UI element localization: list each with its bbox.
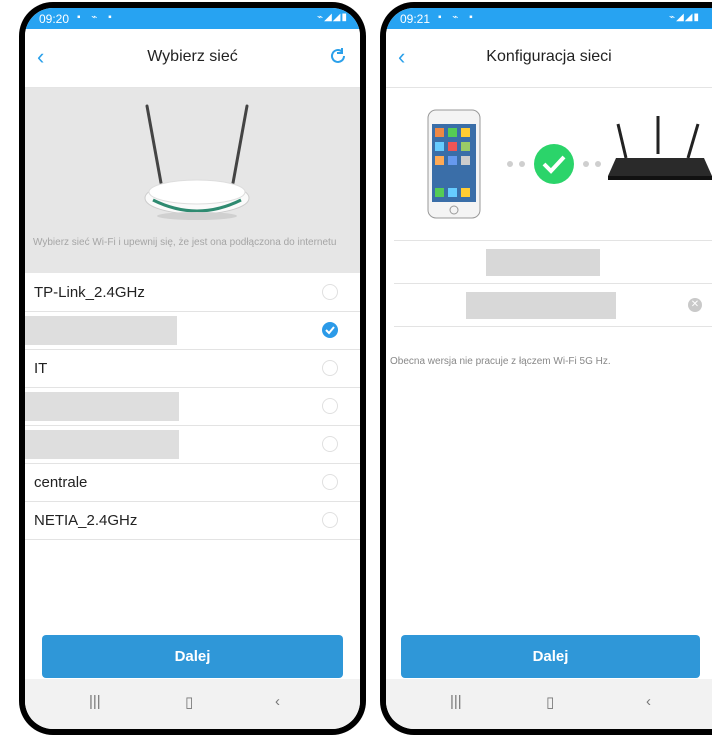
status-time: 09:21 [400,12,431,26]
screen-wybierz-siec: 09:20 ▪ ⌁ ▪ ⌁◢◢▮ ‹ Wybierz sieć Wybierz … [25,8,360,729]
radio-unchecked-icon[interactable] [322,284,338,300]
router-illustration: Wybierz sieć Wi-Fi i upewnij się, że jes… [25,88,360,273]
network-row[interactable]: IT [25,350,360,388]
redacted-network-name [25,392,179,421]
network-row[interactable] [25,388,360,426]
page-title: Konfiguracja sieci [486,48,612,65]
redacted-value [486,249,600,276]
home-icon[interactable]: ▯ [546,693,554,711]
signal-battery-icon: ⌁◢◢▮ [317,12,348,23]
hint-text: Wybierz sieć Wi-Fi i upewnij się, że jes… [33,237,337,248]
clear-icon[interactable]: ✕ [688,298,702,312]
home-icon[interactable]: ▯ [185,693,193,711]
status-bar: 09:21 ▪ ⌁ ▪ ⌁◢◢▮ [386,8,712,29]
phone-frame-2: 09:21 ▪ ⌁ ▪ ⌁◢◢▮ ‹ Konfiguracja sieci ✕ … [380,2,712,735]
top-nav: ‹ Wybierz sieć [25,29,360,88]
network-row[interactable] [25,312,360,350]
radio-unchecked-icon[interactable] [322,398,338,414]
network-name-field[interactable] [394,241,712,284]
back-icon[interactable]: ‹ [275,693,280,710]
next-button[interactable]: Dalej [401,635,700,678]
redacted-network-name [25,430,179,459]
phone-frame-1: 09:20 ▪ ⌁ ▪ ⌁◢◢▮ ‹ Wybierz sieć Wybierz … [19,2,366,735]
top-nav: ‹ Konfiguracja sieci [386,29,712,88]
network-name: centrale [34,474,88,491]
network-row[interactable]: TP-Link_2.4GHz [25,274,360,312]
notification-icons: ▪ ⌁ ▪ [77,12,116,23]
radio-unchecked-icon[interactable] [322,512,338,528]
screen-konfiguracja-sieci: 09:21 ▪ ⌁ ▪ ⌁◢◢▮ ‹ Konfiguracja sieci ✕ … [386,8,712,729]
system-nav-bar: ||| ▯ ‹ [386,679,712,729]
radio-checked-icon[interactable] [322,322,338,338]
signal-battery-icon: ⌁◢◢▮ [669,12,700,23]
page-title: Wybierz sieć [147,48,238,65]
recents-icon[interactable]: ||| [450,693,462,710]
status-time: 09:20 [39,12,70,26]
notification-icons: ▪ ⌁ ▪ [438,12,477,23]
radio-unchecked-icon[interactable] [322,436,338,452]
redacted-network-name [25,316,177,345]
network-row[interactable]: NETIA_2.4GHz [25,502,360,540]
network-list: TP-Link_2.4GHz IT centrale NETIA_2.4GHz [25,274,360,540]
redacted-value [466,292,616,319]
password-field[interactable]: ✕ [394,284,712,327]
next-button[interactable]: Dalej [42,635,343,678]
router-icon [144,104,250,220]
radio-unchecked-icon[interactable] [322,360,338,376]
system-nav-bar: ||| ▯ ‹ [25,679,360,729]
recents-icon[interactable]: ||| [89,693,101,710]
connection-illustration [386,88,712,238]
router-icon [608,116,712,180]
checkmark-icon [534,144,574,184]
phone-device-icon [427,109,481,219]
refresh-icon[interactable] [328,46,348,71]
network-row[interactable] [25,426,360,464]
radio-unchecked-icon[interactable] [322,474,338,490]
info-note: Obecna wersja nie pracuje z łączem Wi-Fi… [390,356,611,367]
network-name: TP-Link_2.4GHz [34,284,145,301]
status-bar: 09:20 ▪ ⌁ ▪ ⌁◢◢▮ [25,8,360,29]
network-row[interactable]: centrale [25,464,360,502]
wifi-credentials-form: ✕ [394,240,712,327]
network-name: IT [34,360,48,377]
back-icon[interactable]: ‹ [646,693,651,710]
network-name: NETIA_2.4GHz [34,512,138,529]
